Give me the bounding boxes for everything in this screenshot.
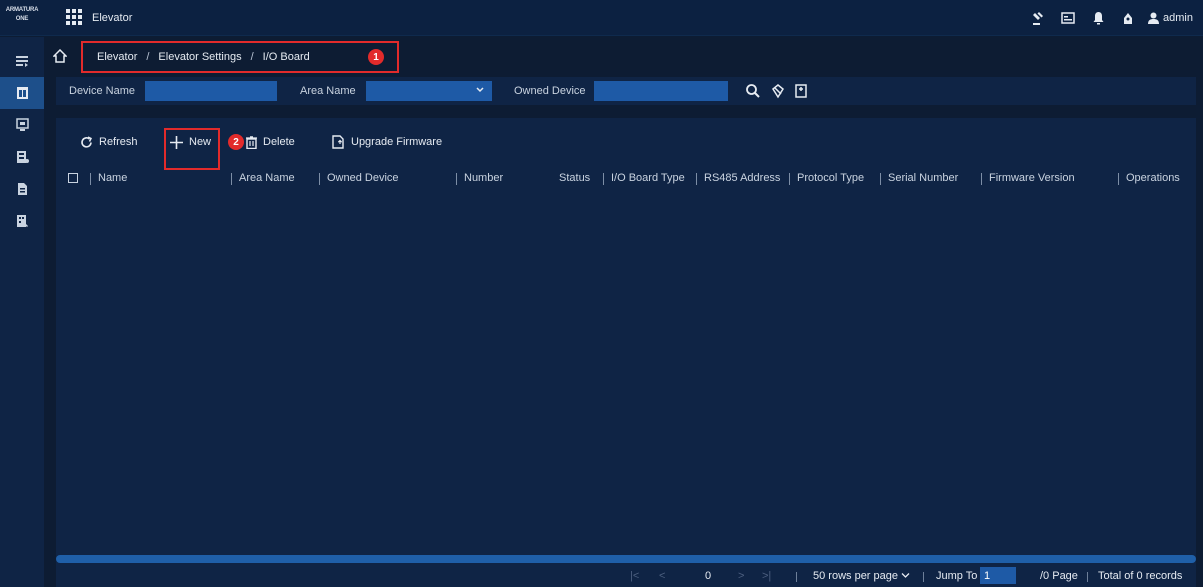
breadcrumb-elevator-settings[interactable]: Elevator Settings [158, 51, 241, 63]
breadcrumb-separator: / [250, 51, 254, 63]
new-label: New [189, 136, 212, 148]
nav-access-icon[interactable] [0, 141, 44, 173]
first-page-icon[interactable]: |< [630, 570, 639, 582]
side-nav [0, 37, 44, 587]
breadcrumb-elevator[interactable]: Elevator [97, 51, 137, 63]
user-icon [1148, 12, 1160, 24]
column-serial-number[interactable]: Serial Number [879, 172, 958, 185]
page-total: /0 Page [1040, 570, 1078, 582]
jump-to-label: Jump To [936, 570, 978, 582]
pagination: |< < 0 > >| 50 rows per page Jump To /0 … [56, 564, 1196, 587]
refresh-button[interactable]: Refresh [80, 128, 138, 156]
delete-button[interactable]: Delete [246, 128, 295, 156]
logo-line2: ONE [15, 16, 29, 22]
app-title: Elevator [92, 12, 133, 24]
device-name-input[interactable] [145, 81, 277, 101]
app-grid-icon[interactable] [66, 9, 82, 25]
chevron-down-icon [901, 573, 910, 578]
prev-page-icon[interactable]: < [659, 570, 665, 582]
column-io-board-type[interactable]: I/O Board Type [603, 172, 685, 185]
rows-per-page-select[interactable]: 50 rows per page [813, 570, 910, 582]
column-name[interactable]: Name [89, 172, 127, 185]
next-page-icon[interactable]: > [738, 570, 744, 582]
upgrade-icon [332, 135, 344, 149]
bookmark-icon[interactable] [793, 83, 809, 99]
refresh-label: Refresh [99, 136, 138, 148]
card-icon[interactable] [1058, 8, 1078, 28]
nav-system-icon[interactable] [0, 205, 44, 237]
owned-device-label: Owned Device [514, 85, 586, 97]
column-owned-device[interactable]: Owned Device [319, 172, 399, 185]
step-badge-2: 2 [228, 134, 244, 150]
divider [923, 572, 924, 582]
total-records: Total of 0 records [1098, 570, 1183, 582]
user-name: admin [1163, 12, 1193, 24]
column-rs485-address[interactable]: RS485 Address [695, 172, 780, 185]
rows-per-page-label: 50 rows per page [813, 570, 898, 582]
filter-bar: Device Name Area Name Owned Device [56, 77, 1196, 105]
device-name-label: Device Name [69, 85, 136, 97]
delete-label: Delete [263, 136, 295, 148]
breadcrumb-io-board: I/O Board [262, 51, 310, 63]
column-firmware-version[interactable]: Firmware Version [981, 172, 1075, 185]
table-header: Name Area Name Owned Device Number Statu… [56, 168, 1196, 190]
nav-report-icon[interactable] [0, 173, 44, 205]
nav-device-icon[interactable] [0, 109, 44, 141]
home-icon[interactable] [53, 49, 67, 63]
app-window: ARMATURA ONE Elevator admin Elevator / E… [0, 0, 1203, 587]
logo: ARMATURA ONE [2, 6, 42, 30]
upgrade-label: Upgrade Firmware [351, 136, 443, 148]
jump-to-input[interactable] [980, 567, 1016, 584]
last-page-icon[interactable]: >| [762, 570, 771, 582]
bell-icon[interactable] [1088, 8, 1108, 28]
nav-elevator-icon[interactable] [0, 77, 44, 109]
breadcrumb: Elevator / Elevator Settings / I/O Board [81, 41, 399, 73]
breadcrumb-bar: Elevator / Elevator Settings / I/O Board… [44, 37, 1203, 77]
current-page: 0 [705, 570, 712, 582]
column-area-name[interactable]: Area Name [231, 172, 295, 185]
area-name-select[interactable] [366, 81, 492, 101]
top-bar: ARMATURA ONE Elevator admin [0, 0, 1203, 36]
plus-icon [170, 135, 183, 149]
column-number[interactable]: Number [455, 172, 503, 185]
column-protocol-type[interactable]: Protocol Type [788, 172, 864, 185]
nav-list-icon[interactable] [0, 45, 44, 77]
main-panel: Refresh New 2 Delete Upgrade Firmware Na… [56, 118, 1196, 587]
area-name-label: Area Name [300, 85, 356, 97]
owned-device-input[interactable] [594, 81, 728, 101]
new-button[interactable]: New [170, 128, 211, 156]
logo-line1: ARMATURA [5, 7, 39, 13]
clear-filter-icon[interactable] [770, 83, 786, 99]
refresh-icon [81, 135, 93, 148]
toolbar: Refresh New 2 Delete Upgrade Firmware [56, 128, 656, 170]
divider [1087, 572, 1088, 582]
user-menu[interactable]: admin [1148, 12, 1193, 24]
breadcrumb-separator: / [146, 51, 150, 63]
top-right-icons: admin [1018, 8, 1193, 28]
divider [796, 572, 797, 582]
gavel-icon[interactable] [1028, 8, 1048, 28]
column-operations[interactable]: Operations [1118, 172, 1180, 185]
chevron-down-icon[interactable] [476, 86, 484, 94]
column-status[interactable]: Status [559, 172, 590, 184]
search-icon[interactable] [745, 83, 761, 99]
trash-icon [246, 135, 257, 149]
theme-icon[interactable] [1118, 8, 1138, 28]
upgrade-firmware-button[interactable]: Upgrade Firmware [332, 128, 442, 156]
step-badge-1: 1 [368, 49, 384, 65]
horizontal-scrollbar[interactable] [56, 555, 1196, 563]
